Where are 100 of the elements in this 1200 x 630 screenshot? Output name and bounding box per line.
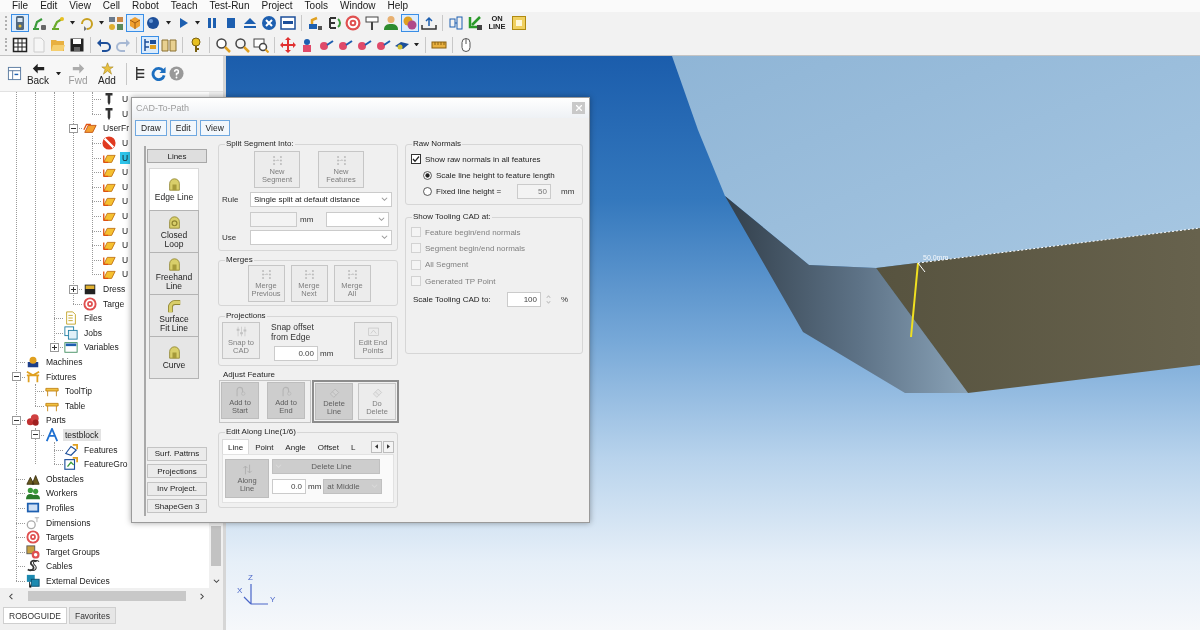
tree-item[interactable]: Machines — [44, 356, 85, 368]
tree-item[interactable]: External Devices — [44, 574, 112, 587]
tree-item[interactable]: Dimensions — [44, 516, 93, 529]
menu-item[interactable]: Window — [333, 0, 382, 12]
arrow-corner-button[interactable] — [466, 14, 484, 32]
menu-item[interactable]: Teach — [164, 0, 204, 12]
checkbox[interactable] — [411, 154, 421, 164]
tree-item[interactable]: U — [120, 195, 131, 208]
tool-button[interactable]: Curve — [149, 336, 199, 379]
display-button[interactable] — [279, 14, 297, 32]
signpost-button[interactable] — [363, 14, 381, 32]
menu-button[interactable]: Edit — [169, 120, 197, 136]
menu-item[interactable]: File — [6, 0, 35, 12]
tree-item[interactable]: U — [120, 224, 131, 237]
tree-item[interactable]: U — [120, 180, 131, 193]
tree-item[interactable]: Cables — [44, 560, 75, 573]
back-button[interactable]: Back — [25, 61, 51, 86]
scrollbar-thumb[interactable] — [211, 526, 221, 566]
tool-button[interactable]: Closed Loop — [149, 210, 199, 253]
tree-item[interactable]: ToolTip — [63, 385, 95, 398]
upload-button[interactable] — [420, 14, 438, 32]
minus-box-icon[interactable] — [11, 415, 21, 425]
tree-view-button[interactable] — [141, 35, 159, 54]
tree-item[interactable]: U — [120, 137, 131, 150]
tool-button[interactable]: Edge Line — [149, 168, 199, 211]
help-button[interactable] — [169, 66, 184, 81]
tree-item[interactable]: Obstacles — [44, 472, 86, 485]
tree-item[interactable]: Dress — [101, 283, 128, 295]
tree-item[interactable]: Target Groups — [44, 545, 102, 558]
menu-item[interactable]: View — [63, 0, 97, 12]
tree-item[interactable]: UserFr — [101, 122, 131, 135]
menu-item[interactable]: Robot — [126, 0, 165, 12]
radio-button[interactable] — [423, 170, 432, 180]
plus-box-icon[interactable] — [68, 284, 78, 294]
tree-item[interactable]: Targets — [44, 531, 76, 544]
number-field[interactable]: 100 — [507, 291, 541, 307]
zoom-out-button[interactable] — [233, 35, 251, 54]
minus-box-icon[interactable] — [68, 124, 78, 133]
menu-item[interactable]: Project — [255, 0, 299, 12]
minus-box-icon[interactable] — [30, 430, 40, 440]
tab-scroll-right-button[interactable] — [383, 440, 394, 453]
side-tab[interactable]: Surf. Pattrns — [147, 446, 207, 461]
side-tab[interactable]: Projections — [147, 464, 207, 478]
pendant-button[interactable] — [11, 14, 29, 32]
frame-tool-button[interactable] — [510, 14, 528, 32]
zoom-window-button[interactable] — [252, 35, 270, 54]
tree-item[interactable]: U — [120, 93, 131, 106]
tab[interactable]: Angle — [279, 439, 312, 454]
minus-box-icon[interactable] — [11, 372, 21, 382]
person-button[interactable] — [382, 14, 400, 32]
tree-item[interactable]: Fixtures — [44, 370, 79, 383]
scrollbar-thumb[interactable] — [28, 591, 186, 601]
number-field[interactable]: 0.0 — [272, 479, 306, 494]
menu-item[interactable]: Cell — [96, 0, 127, 12]
cube-button[interactable] — [126, 14, 144, 32]
tree-item[interactable]: U — [120, 210, 131, 223]
collision-button[interactable] — [401, 14, 419, 32]
tree-item[interactable]: testblock — [63, 428, 101, 441]
tool-button[interactable]: Surface Fit Line — [149, 294, 199, 337]
tree-item[interactable]: Workers — [44, 487, 80, 500]
menu-button[interactable]: Draw — [135, 120, 167, 136]
tree-item[interactable]: Profiles — [44, 501, 77, 514]
menu-button[interactable]: View — [199, 120, 230, 136]
menu-item[interactable]: Edit — [34, 0, 64, 12]
dropdown[interactable]: Single split at default distance — [250, 192, 392, 207]
tab-scroll-left-button[interactable] — [371, 440, 382, 453]
tool-button[interactable]: Freehand Line — [149, 252, 199, 295]
grid-button[interactable] — [11, 35, 29, 54]
tree-item[interactable]: U — [120, 151, 131, 164]
tab[interactable]: Favorites — [68, 607, 116, 624]
tree-item[interactable]: Parts — [44, 414, 68, 427]
components-button[interactable] — [107, 14, 125, 32]
side-tab[interactable]: ShapeGen 3 — [147, 499, 207, 513]
tree-item[interactable]: Files — [82, 312, 104, 325]
tree-item[interactable]: Features — [82, 443, 120, 456]
side-tab[interactable]: Lines — [147, 149, 207, 163]
plus-box-icon[interactable] — [49, 342, 59, 352]
add-button[interactable]: Add — [94, 61, 120, 86]
menu-item[interactable]: Test-Run — [203, 0, 256, 12]
number-field[interactable]: 0.00 — [274, 346, 318, 361]
tab[interactable]: Line — [222, 439, 250, 454]
refresh-button[interactable] — [151, 66, 166, 81]
radio-button[interactable] — [423, 186, 432, 196]
tree-item[interactable]: U — [120, 253, 131, 266]
menu-item[interactable]: Tools — [298, 0, 334, 12]
tree-item[interactable]: Jobs — [82, 326, 104, 339]
tree-item[interactable]: Targe — [101, 297, 127, 310]
target-button[interactable] — [344, 14, 362, 32]
robot-home-button[interactable] — [306, 14, 324, 32]
tree-item[interactable]: U — [120, 166, 131, 179]
tree-item[interactable]: U — [120, 268, 131, 281]
tab[interactable]: Offset — [311, 439, 346, 454]
menu-item[interactable]: Help — [381, 0, 415, 12]
panel-button[interactable] — [7, 66, 22, 81]
move-button[interactable] — [279, 35, 297, 54]
zoom-in-button[interactable] — [214, 35, 232, 54]
tab[interactable]: Point — [249, 439, 280, 454]
tab[interactable]: ROBOGUIDE — [3, 607, 67, 624]
side-tab[interactable]: Inv Project. — [147, 481, 207, 496]
tree-item[interactable]: FeatureGro — [82, 458, 130, 471]
